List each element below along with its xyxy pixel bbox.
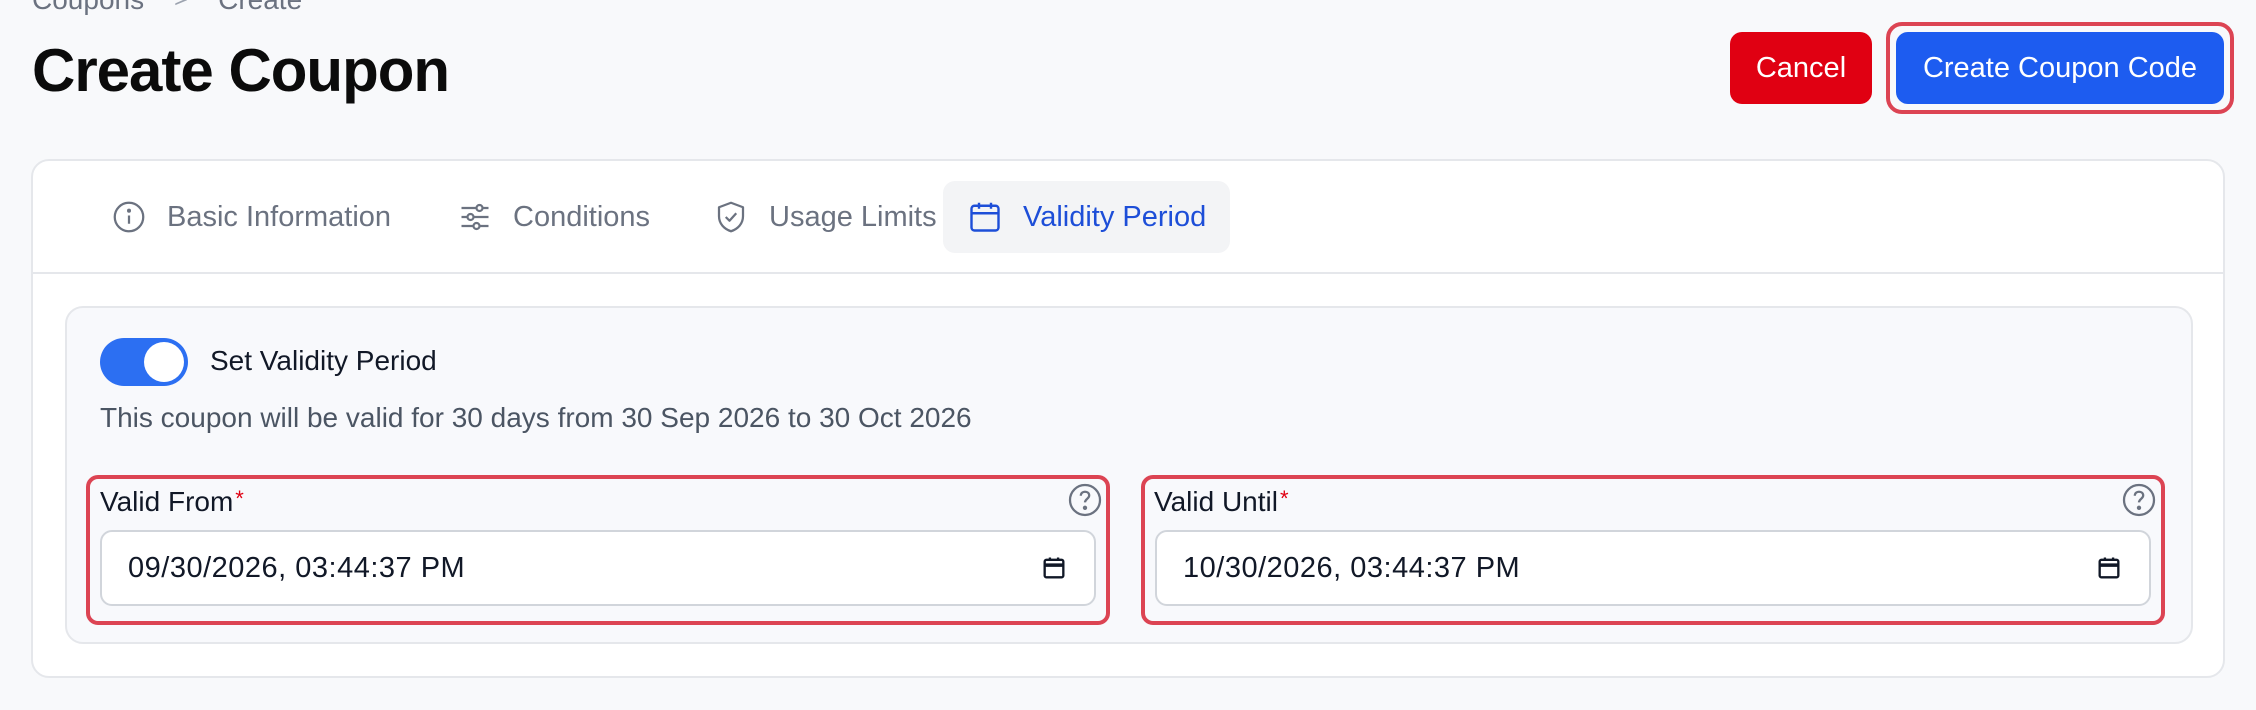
validity-period-toggle[interactable]	[100, 338, 188, 386]
required-mark: *	[235, 486, 244, 511]
tab-bar: Basic Information Conditions Usage Limit…	[33, 161, 2223, 274]
coupon-form-card: Basic Information Conditions Usage Limit…	[31, 159, 2225, 678]
page-title: Create Coupon	[32, 37, 450, 104]
tab-basic-information[interactable]: Basic Information	[87, 181, 415, 253]
breadcrumb: Coupons > Create	[32, 0, 302, 16]
required-mark: *	[1279, 486, 1289, 511]
valid-until-input[interactable]: 10/30/2026, 03:44:37 PM	[1155, 530, 2151, 606]
shield-check-icon	[717, 201, 745, 233]
valid-until-label: Valid Until*	[1154, 486, 1289, 517]
valid-from-input[interactable]: 09/30/2026, 03:44:37 PM	[100, 530, 1096, 606]
breadcrumb-separator: >	[174, 0, 188, 14]
sliders-icon	[461, 203, 489, 231]
tab-label: Validity Period	[1023, 200, 1207, 233]
help-icon[interactable]	[1067, 482, 1103, 518]
calendar-picker-icon[interactable]	[1040, 554, 1068, 582]
tab-label: Conditions	[513, 200, 651, 233]
help-icon[interactable]	[2121, 482, 2157, 518]
info-circle-icon	[113, 201, 145, 233]
valid-from-value: 09/30/2026, 03:44:37 PM	[128, 551, 466, 584]
toggle-knob	[144, 342, 184, 382]
tab-validity-period[interactable]: Validity Period	[943, 181, 1231, 253]
tab-conditions[interactable]: Conditions	[433, 181, 674, 253]
create-coupon-code-button[interactable]: Create Coupon Code	[1896, 32, 2224, 104]
breadcrumb-parent[interactable]: Coupons	[32, 0, 144, 16]
cancel-button[interactable]: Cancel	[1730, 32, 1872, 104]
valid-until-value: 10/30/2026, 03:44:37 PM	[1183, 551, 1521, 584]
tab-label: Usage Limits	[769, 200, 937, 233]
valid-from-label: Valid From*	[100, 486, 244, 517]
validity-summary: This coupon will be valid for 30 days fr…	[100, 402, 972, 433]
tab-usage-limits[interactable]: Usage Limits	[689, 181, 961, 253]
breadcrumb-current: Create	[218, 0, 302, 16]
validity-toggle-label: Set Validity Period	[210, 345, 437, 376]
validity-period-panel: Set Validity Period This coupon will be …	[65, 306, 2193, 644]
calendar-picker-icon[interactable]	[2095, 554, 2123, 582]
calendar-icon	[970, 202, 1000, 232]
tab-label: Basic Information	[167, 200, 392, 233]
